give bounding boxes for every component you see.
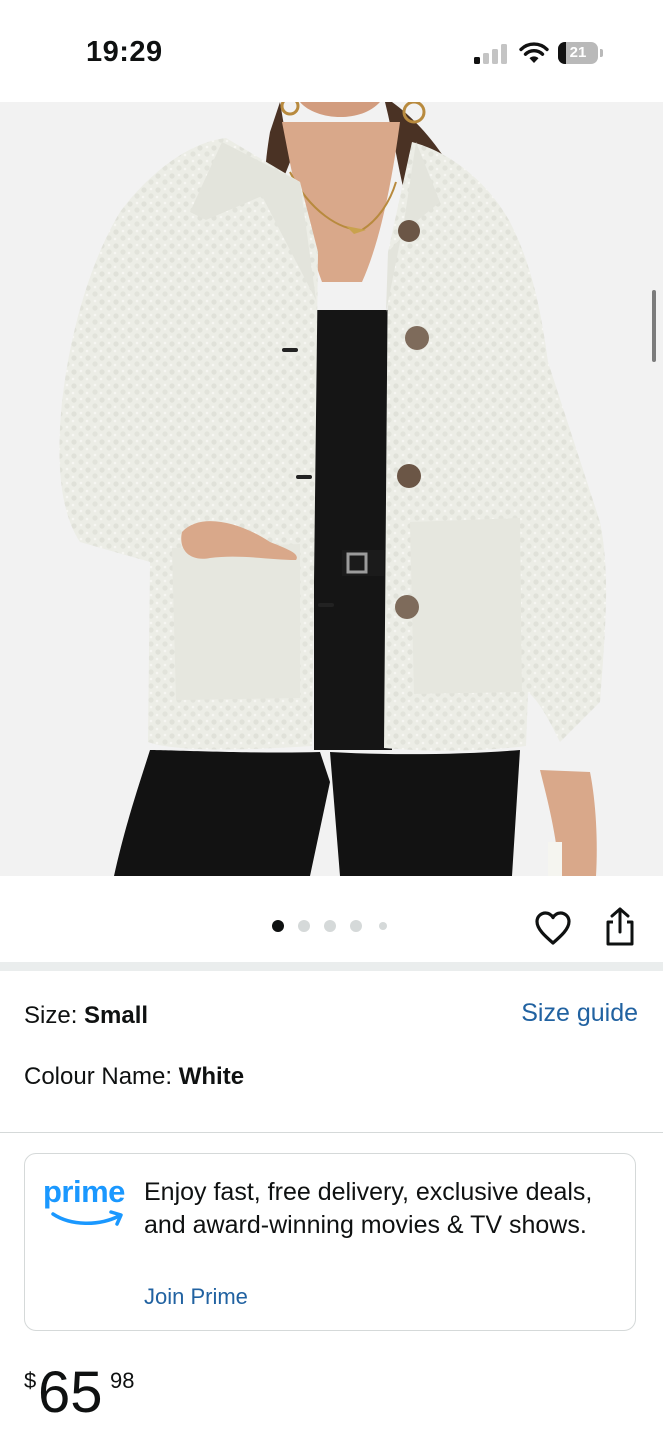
product-image[interactable]	[0, 102, 663, 876]
product-photo-illustration	[59, 102, 607, 876]
battery-level: 21	[569, 44, 587, 61]
share-icon[interactable]	[601, 906, 639, 948]
size-guide-link[interactable]: Size guide	[521, 999, 638, 1028]
prime-logo: prime	[43, 1174, 133, 1234]
scrollbar[interactable]	[652, 290, 656, 362]
price-fraction: 98	[110, 1368, 135, 1393]
carousel-dot[interactable]	[272, 920, 284, 932]
size-selection[interactable]: Size: Small	[24, 1001, 148, 1031]
cellular-signal-icon	[474, 44, 508, 64]
size-value: Small	[84, 1002, 149, 1029]
colour-selection[interactable]: Colour Name: White	[24, 1062, 244, 1092]
prime-smile-icon	[51, 1210, 123, 1226]
carousel-dot[interactable]	[324, 920, 336, 932]
battery-cap	[600, 49, 603, 57]
size-label: Size:	[24, 1002, 85, 1029]
colour-value: White	[178, 1063, 245, 1090]
prime-promo-card: prime Enjoy fast, free delivery, exclusi…	[24, 1153, 636, 1331]
status-bar: 19:29 21	[0, 0, 663, 102]
image-controls	[0, 876, 663, 962]
carousel-dot[interactable]	[350, 920, 362, 932]
join-prime-link[interactable]: Join Prime	[144, 1284, 248, 1310]
carousel-dot[interactable]	[298, 920, 310, 932]
status-time: 19:29	[86, 36, 163, 68]
prime-message: Enjoy fast, free delivery, exclusive dea…	[144, 1178, 593, 1239]
price-currency-symbol: $	[24, 1368, 37, 1393]
divider	[0, 1132, 663, 1133]
heart-icon[interactable]	[533, 908, 573, 948]
prime-logo-text: prime	[43, 1174, 125, 1209]
colour-label: Colour Name:	[24, 1063, 179, 1090]
section-separator	[0, 962, 663, 971]
wifi-icon	[519, 42, 549, 63]
battery-icon: 21	[558, 42, 598, 64]
price-whole: 65	[38, 1360, 103, 1425]
carousel-dot[interactable]	[379, 922, 387, 930]
